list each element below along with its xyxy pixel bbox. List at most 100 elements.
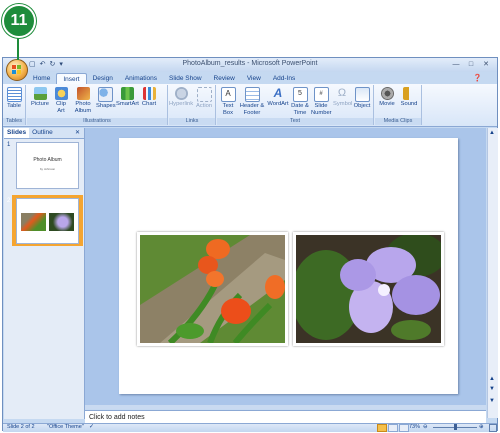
chart-button[interactable]: Chart: [140, 87, 158, 108]
maximize-button[interactable]: □: [464, 60, 478, 69]
theme-name: "Office Theme": [47, 424, 84, 430]
slide-thumbnail-2[interactable]: [16, 198, 79, 244]
speaker-icon: [402, 87, 416, 100]
date-time-icon: 5: [292, 87, 308, 102]
header-footer-button[interactable]: Header & Footer: [239, 87, 265, 116]
tab-outline[interactable]: Outline: [29, 128, 56, 138]
slides-panel: Slides Outline ✕ 1 Photo Album by Johnso…: [4, 128, 85, 419]
thumb-subtitle: by Johnson: [39, 167, 56, 171]
symbol-button[interactable]: Ω Symbol: [333, 87, 352, 108]
shapes-button[interactable]: Shapes: [96, 87, 116, 110]
photo-purple-flower[interactable]: [293, 232, 444, 346]
group-label: Links: [169, 118, 215, 125]
title-bar: PhotoAlbum_results - Microsoft PowerPoin…: [3, 58, 497, 72]
wordart-button[interactable]: A WordArt: [267, 87, 289, 108]
clip-art-button[interactable]: Clip Art: [53, 87, 69, 114]
zoom-level: 73%: [409, 424, 421, 430]
slide-number-button[interactable]: # Slide Number: [311, 87, 332, 116]
thumb-photo-flower: [49, 213, 74, 231]
omega-icon: Ω: [337, 87, 347, 99]
zoom-out-icon[interactable]: ⊖: [423, 424, 428, 430]
undo-icon[interactable]: ↶: [40, 60, 46, 68]
action-button[interactable]: Action: [194, 87, 214, 110]
scroll-down-icon[interactable]: ▼: [489, 398, 495, 404]
table-button[interactable]: Table: [4, 87, 24, 110]
office-button[interactable]: [6, 59, 28, 81]
text-box-button[interactable]: A Text Box: [219, 87, 237, 116]
zoom-slider-thumb[interactable]: [454, 424, 457, 430]
tab-animations[interactable]: Animations: [119, 73, 163, 84]
minimize-button[interactable]: —: [449, 60, 463, 69]
previous-slide-icon[interactable]: ▲: [489, 376, 495, 382]
status-bar: Slide 2 of 2 "Office Theme" ✓ 73% ⊖ ⊕: [3, 423, 497, 432]
group-illustrations: Picture Clip Art Photo Album Shapes Smar…: [27, 85, 168, 125]
object-button[interactable]: Object: [353, 87, 371, 110]
tab-add-ins[interactable]: Add-Ins: [267, 73, 301, 84]
redo-icon[interactable]: ↻: [50, 60, 56, 68]
hyperlink-button[interactable]: Hyperlink: [169, 87, 193, 108]
slide-count: Slide 2 of 2: [7, 424, 35, 430]
group-label: Media Clips: [375, 118, 421, 125]
photo-tulips[interactable]: [137, 232, 288, 346]
thumb-title: Photo Album: [33, 157, 62, 163]
spell-check-icon[interactable]: ✓: [89, 423, 94, 430]
powerpoint-window: PhotoAlbum_results - Microsoft PowerPoin…: [2, 57, 498, 432]
ribbon-tabs: Home Insert Design Animations Slide Show…: [27, 73, 301, 85]
tab-slides[interactable]: Slides: [4, 128, 30, 138]
group-media-clips: Movie Sound Media Clips: [375, 85, 422, 125]
tab-slide-show[interactable]: Slide Show: [163, 73, 208, 84]
zoom-in-icon[interactable]: ⊕: [479, 424, 484, 430]
fit-to-window-icon[interactable]: [489, 424, 497, 432]
customize-qat-icon[interactable]: ▾: [59, 60, 63, 68]
movie-icon: [380, 87, 394, 100]
office-logo-icon: [12, 65, 22, 75]
help-icon[interactable]: ❓: [473, 74, 482, 82]
photo-album-icon: [76, 87, 90, 100]
panel-tabs: Slides Outline ✕: [4, 128, 84, 139]
tab-review[interactable]: Review: [208, 73, 241, 84]
next-slide-icon[interactable]: ▼: [489, 386, 495, 392]
thumb-photo-tulips: [21, 213, 46, 231]
hyperlink-icon: [174, 87, 188, 100]
smartart-button[interactable]: SmartArt: [116, 87, 139, 108]
slide-thumbnail-1[interactable]: Photo Album by Johnson: [16, 142, 79, 189]
group-label: Text: [217, 118, 373, 125]
wordart-icon: A: [273, 86, 283, 100]
header-footer-icon: [244, 87, 260, 102]
step-number-badge: 11: [2, 4, 36, 38]
tab-design[interactable]: Design: [87, 73, 119, 84]
group-label: Tables: [3, 118, 25, 125]
picture-button[interactable]: Picture: [29, 87, 51, 108]
editor-bottom-bar: [85, 405, 486, 409]
window-title: PhotoAlbum_results - Microsoft PowerPoin…: [182, 60, 318, 67]
slide-number: 1: [7, 142, 11, 148]
action-icon: [196, 87, 212, 102]
close-button[interactable]: ✕: [479, 60, 493, 69]
save-icon[interactable]: ▢: [29, 60, 36, 68]
tab-home[interactable]: Home: [27, 73, 56, 84]
table-icon: [6, 87, 22, 102]
vertical-scrollbar[interactable]: ▲ ▲ ▼ ▼: [487, 128, 498, 418]
group-links: Hyperlink Action Links: [169, 85, 216, 125]
notes-pane[interactable]: Click to add notes: [85, 410, 486, 423]
normal-view-icon[interactable]: [377, 424, 387, 432]
purple-flower-image: [296, 235, 441, 343]
close-panel-icon[interactable]: ✕: [75, 128, 84, 138]
slide-sorter-icon[interactable]: [388, 424, 398, 432]
scroll-up-icon[interactable]: ▲: [489, 130, 495, 136]
callout-line: [17, 36, 19, 60]
date-time-button[interactable]: 5 Date & Time: [291, 87, 309, 116]
group-tables: Table Tables: [3, 85, 26, 125]
chart-icon: [142, 87, 156, 100]
slide-canvas[interactable]: [119, 138, 458, 394]
text-box-icon: A: [220, 87, 236, 102]
sound-button[interactable]: Sound: [399, 87, 419, 108]
object-icon: [354, 87, 370, 102]
movie-button[interactable]: Movie: [377, 87, 397, 108]
picture-icon: [33, 87, 47, 100]
slide-editor: [85, 128, 486, 405]
ribbon: Table Tables Picture Clip Art Photo Albu…: [3, 84, 497, 127]
slide-show-icon[interactable]: [399, 424, 409, 432]
photo-album-button[interactable]: Photo Album: [72, 87, 94, 114]
tab-view[interactable]: View: [241, 73, 267, 84]
